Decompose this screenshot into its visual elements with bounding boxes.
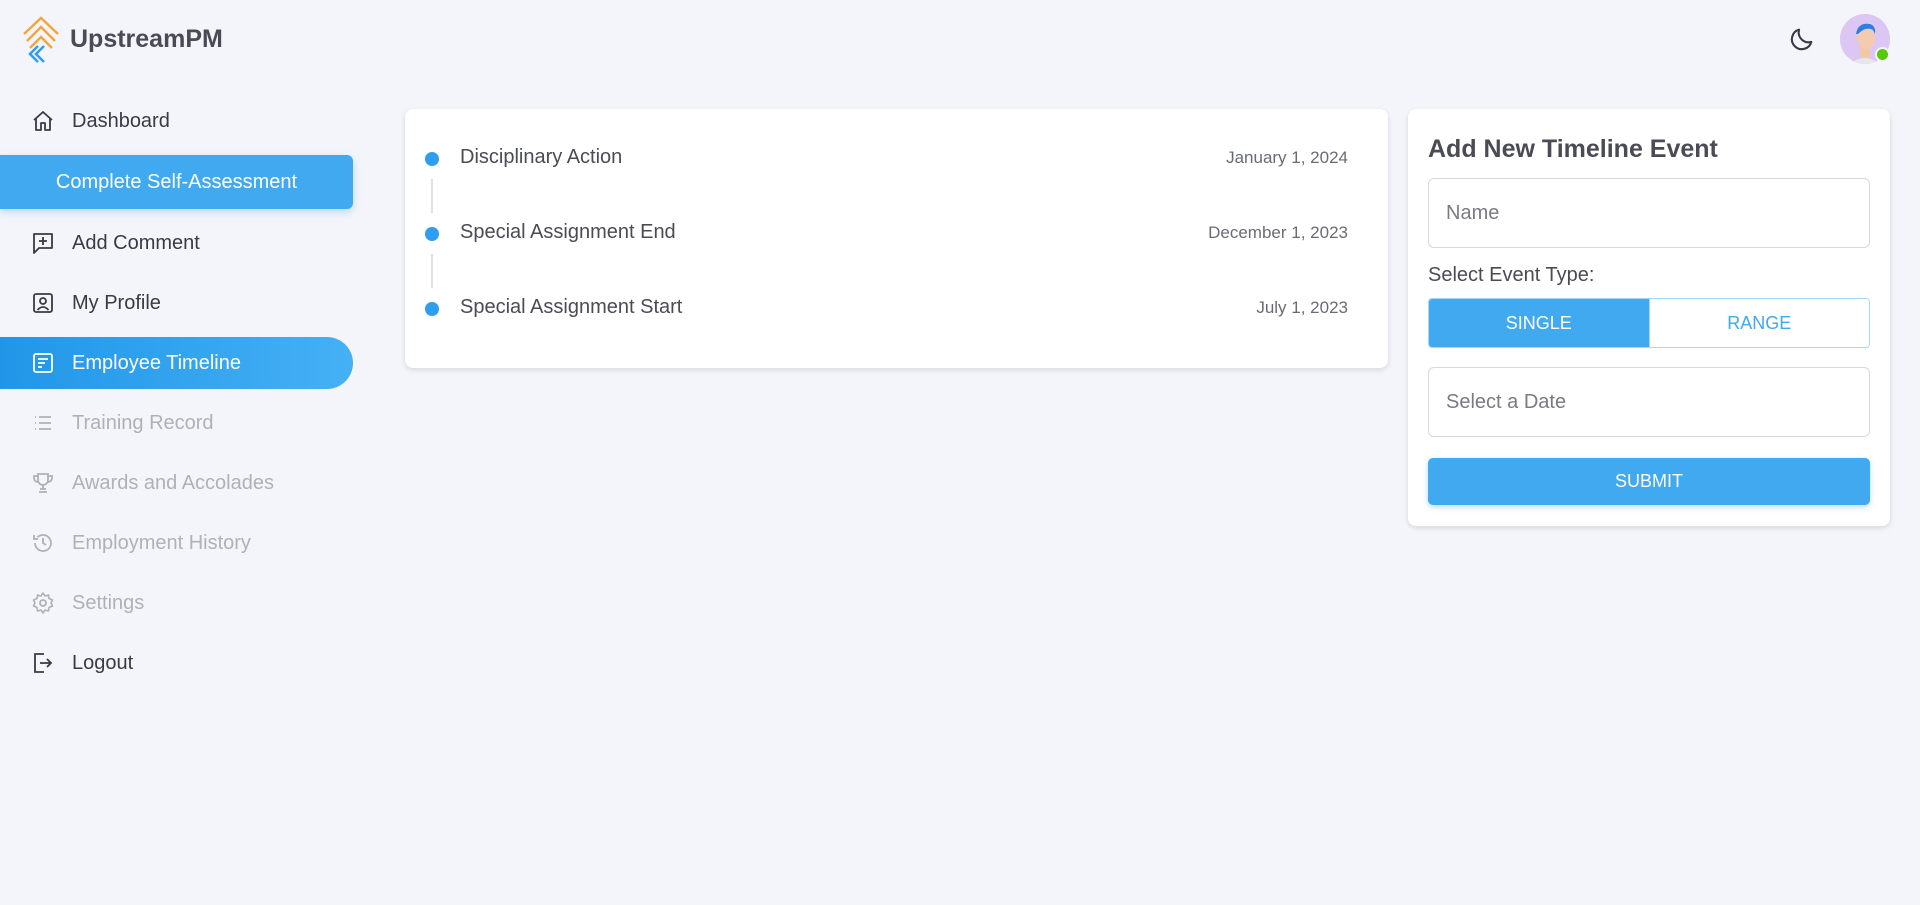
timeline-event-date: January 1, 2024 [1226, 148, 1348, 167]
timeline-event[interactable]: Disciplinary Action January 1, 2024 [405, 144, 1388, 174]
name-input[interactable] [1429, 179, 1869, 247]
sidebar-item-settings[interactable]: Settings [0, 577, 353, 629]
timeline-event-title: Special Assignment Start [460, 296, 683, 318]
timeline-icon [30, 350, 56, 376]
sidebar-item-add-comment[interactable]: Add Comment [0, 217, 353, 269]
single-option-button[interactable]: SINGLE [1429, 299, 1649, 347]
submit-button[interactable]: SUBMIT [1428, 458, 1870, 505]
sidebar-item-label: Employee Timeline [72, 351, 241, 374]
timeline-event-title: Special Assignment End [460, 221, 676, 243]
range-option-button[interactable]: RANGE [1648, 299, 1869, 347]
sidebar-item-label: Settings [72, 591, 145, 614]
list-icon [30, 410, 56, 436]
sidebar-item-training-record[interactable]: Training Record [0, 397, 353, 449]
profile-icon [30, 290, 56, 316]
timeline-event-title: Disciplinary Action [460, 146, 623, 168]
complete-self-assessment-button[interactable]: Complete Self-Assessment [0, 155, 353, 209]
brand[interactable]: UpstreamPM [20, 14, 223, 64]
comment-plus-icon [30, 230, 56, 256]
history-icon [30, 530, 56, 556]
upstream-logo-icon [23, 16, 59, 63]
sidebar-item-label: Dashboard [72, 109, 170, 132]
online-status-indicator [1875, 47, 1890, 62]
event-type-label: Select Event Type: [1428, 264, 1595, 286]
date-field [1428, 367, 1870, 437]
logout-icon [30, 650, 56, 676]
sidebar-item-label: Awards and Accolades [72, 471, 274, 494]
event-type-toggle: SINGLE RANGE [1428, 298, 1870, 348]
date-input[interactable] [1429, 368, 1869, 436]
sidebar-item-label: Logout [72, 651, 134, 674]
timeline-event[interactable]: Special Assignment Start July 1, 2023 [405, 294, 1388, 324]
timeline-event-date: July 1, 2023 [1256, 298, 1348, 317]
timeline-event-date: December 1, 2023 [1208, 223, 1348, 242]
name-field [1428, 178, 1870, 248]
avatar[interactable] [1840, 14, 1890, 64]
sidebar-item-employee-timeline[interactable]: Employee Timeline [0, 337, 353, 389]
gear-icon [30, 590, 56, 616]
form-title: Add New Timeline Event [1428, 135, 1718, 163]
sidebar-item-label: Training Record [72, 411, 214, 434]
app-name: UpstreamPM [70, 24, 223, 53]
timeline-connector [431, 179, 433, 213]
timeline-dot [425, 227, 439, 241]
timeline-dot [425, 152, 439, 166]
timeline-card: Disciplinary Action January 1, 2024 Spec… [405, 109, 1388, 368]
timeline-dot [425, 302, 439, 316]
add-timeline-event-card: Add New Timeline Event Select Event Type… [1408, 109, 1890, 526]
sidebar-item-label: Employment History [72, 531, 251, 554]
timeline-connector [431, 254, 433, 288]
sidebar-item-awards[interactable]: Awards and Accolades [0, 457, 353, 509]
sidebar-item-label: My Profile [72, 291, 161, 314]
sidebar: Dashboard Complete Self-Assessment Add C… [0, 95, 353, 697]
dark-mode-toggle-icon[interactable] [1788, 25, 1816, 53]
sidebar-item-employment-history[interactable]: Employment History [0, 517, 353, 569]
sidebar-item-my-profile[interactable]: My Profile [0, 277, 353, 329]
sidebar-item-label: Add Comment [72, 231, 200, 254]
trophy-icon [30, 470, 56, 496]
sidebar-item-dashboard[interactable]: Dashboard [0, 95, 353, 147]
home-icon [30, 108, 56, 134]
sidebar-item-logout[interactable]: Logout [0, 637, 353, 689]
timeline-event[interactable]: Special Assignment End December 1, 2023 [405, 219, 1388, 249]
